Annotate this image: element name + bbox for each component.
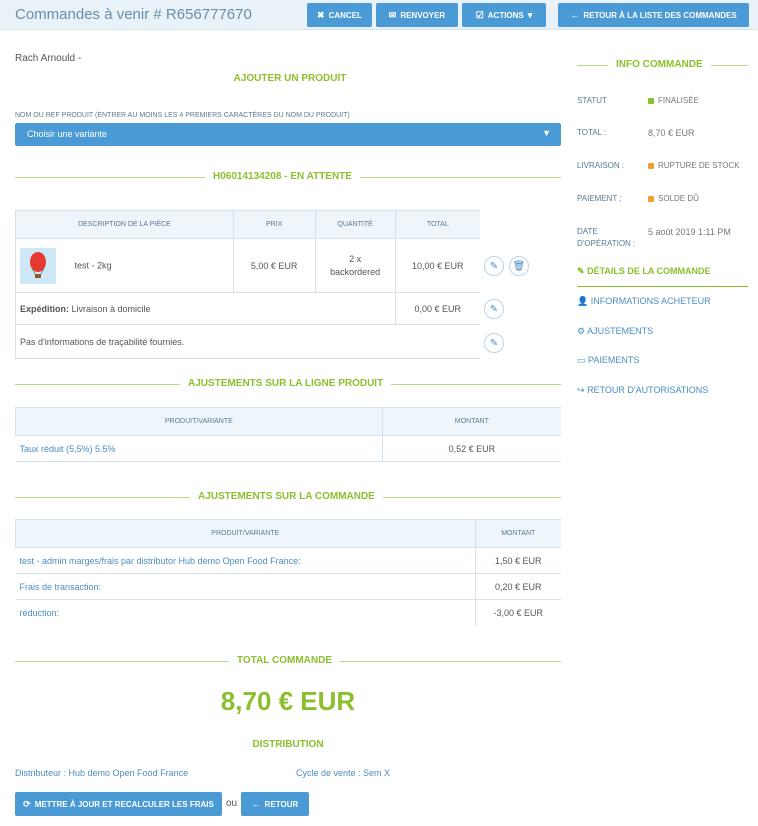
- delivery-label: Livraison :: [577, 161, 625, 170]
- refresh-icon: ⟳: [23, 798, 31, 809]
- tracking-row: Pas d'informations de traçabilité fourni…: [15, 324, 480, 359]
- delivery-status: rupture de stock: [648, 160, 740, 172]
- shipping-row: Expédition: Livraison à domicile 0,00 € …: [15, 292, 480, 325]
- table-row: Frais de transaction: 0,20 € EUR: [15, 573, 561, 600]
- arrow-left-icon: ←: [570, 10, 580, 20]
- column-header: Montant: [381, 407, 561, 436]
- edit-shipping-button[interactable]: ✎: [484, 299, 504, 319]
- cancel-button[interactable]: ✖ Cancel: [307, 3, 372, 27]
- page-title: Commandes à venir # R656777670: [15, 6, 252, 23]
- edit-icon: ✎: [489, 303, 499, 315]
- item-price: 5,00 € EUR: [232, 238, 316, 293]
- shipping-method: Expédition: Livraison à domicile: [15, 292, 396, 325]
- order-adjustments-title: Ajustements sur la commande: [190, 491, 383, 502]
- status-dot: [648, 195, 654, 202]
- shipping-cost: 0,00 € EUR: [394, 292, 480, 325]
- table-row: réduction: -3,00 € EUR: [15, 599, 561, 626]
- envelope-icon: ✉: [388, 9, 397, 20]
- adjustment-label: Taux réduit (5,5%) 5.5%: [15, 435, 383, 462]
- shipment-title: H06014134208 - EN ATTENTE: [205, 171, 360, 182]
- caret-down-icon: ▼: [542, 128, 551, 138]
- sidebar-link-payments[interactable]: ▭ Paiements: [577, 355, 639, 366]
- sidebar-link-return-authorizations[interactable]: ↪ Retour d'autorisations: [577, 385, 708, 396]
- status-label: Statut: [577, 96, 607, 105]
- sidebar-link-customer-details[interactable]: 👤 Informations acheteur: [577, 296, 711, 307]
- edit-icon: ✎: [489, 337, 499, 349]
- table-header-row: Description de la pièce Prix Quantité To…: [15, 210, 480, 239]
- cogs-icon: ⚙: [577, 326, 586, 336]
- item-description-cell: test - 2kg: [15, 238, 234, 293]
- item-name: test - 2kg: [74, 259, 112, 270]
- status-dot: [648, 162, 654, 169]
- edit-icon: ☑: [475, 9, 484, 20]
- sidebar-link-order-details[interactable]: ✎ Détails de la commande: [577, 266, 711, 277]
- update-recalculate-button[interactable]: ⟳ Mettre à jour et recalculer les frais: [15, 792, 222, 816]
- column-header: Montant: [474, 519, 561, 548]
- column-header: Total: [394, 210, 480, 239]
- credit-card-icon: ▭: [577, 355, 586, 365]
- adjustment-label: test - admin marges/frais par distributo…: [15, 547, 476, 574]
- tracking-info: Pas d'informations de traçabilité fourni…: [15, 324, 480, 359]
- shipment-table: Description de la pièce Prix Quantité To…: [15, 210, 480, 359]
- adjustment-amount: 0,20 € EUR: [474, 573, 561, 600]
- table-row: test - admin marges/frais par distributo…: [15, 547, 561, 574]
- arrow-left-icon: ←: [251, 799, 261, 809]
- table-row: test - 2kg 5,00 € EUR 2 x backordered 10,…: [15, 238, 480, 293]
- sidebar-title: Info commande: [608, 59, 711, 70]
- status-dot: [648, 97, 654, 104]
- adjustment-amount: 0,52 € EUR: [381, 435, 561, 462]
- back-to-list-button[interactable]: ← Retour à la liste des commandes: [558, 3, 749, 27]
- date-label: Date d'opération :: [577, 227, 636, 248]
- distribution-title: Distribution: [252, 739, 324, 750]
- edit-item-button[interactable]: ✎: [484, 256, 504, 276]
- product-image: [20, 247, 56, 284]
- sidebar-link-adjustments[interactable]: ⚙ Ajustements: [577, 326, 653, 337]
- or-text: ou: [226, 798, 238, 809]
- line-adjustments-table: Produit/variante Montant Taux réduit (5,5…: [15, 407, 561, 462]
- adjustment-amount: 1,50 € EUR: [474, 547, 561, 574]
- date-value: 5 août 2019 1:11 PM: [648, 227, 731, 237]
- table-row: Taux réduit (5,5%) 5.5% 0,52 € EUR: [15, 435, 561, 462]
- trash-icon: 🗑: [512, 260, 526, 272]
- line-adjustments-title: Ajustements sur la ligne produit: [180, 378, 392, 389]
- variant-select[interactable]: Choisir une variante ▼: [15, 123, 561, 146]
- edit-icon: ✎: [577, 266, 585, 276]
- order-total-title: Total commande: [229, 655, 340, 666]
- back-button[interactable]: ← Retour: [241, 792, 309, 816]
- column-header: Quantité: [314, 210, 396, 239]
- column-header: Prix: [232, 210, 316, 239]
- add-product-title: Ajouter un produit: [233, 73, 347, 84]
- customer-name: Rach Arnould -: [15, 53, 82, 64]
- page-header: Commandes à venir # R656777670 ✖ Cancel ✉…: [0, 0, 758, 30]
- order-cycle-link[interactable]: Cycle de vente : Sem X: [296, 768, 390, 778]
- column-header: Produit/variante: [15, 519, 476, 548]
- order-adjustments-table: Produit/variante Montant test - admin mar…: [15, 519, 561, 626]
- order-total-value: 8,70 € EUR: [220, 686, 356, 716]
- payment-label: Paiement :: [577, 194, 622, 203]
- edit-icon: ✎: [489, 260, 499, 272]
- active-underline: [577, 286, 748, 287]
- payment-status: solde dû: [648, 193, 699, 205]
- distributor-link[interactable]: Distributeur : Hub demo Open Food France: [15, 768, 188, 778]
- close-icon: ✖: [317, 9, 325, 20]
- adjustment-amount: -3,00 € EUR: [474, 599, 561, 626]
- adjustment-label: réduction:: [15, 599, 476, 626]
- item-total: 10,00 € EUR: [394, 238, 480, 293]
- delete-item-button[interactable]: 🗑: [509, 256, 529, 276]
- actions-dropdown[interactable]: ☑ Actions ▾: [462, 3, 546, 27]
- total-label: Total :: [577, 128, 607, 137]
- resend-button[interactable]: ✉ Renvoyer: [376, 3, 458, 27]
- status-badge: finalisée: [648, 95, 699, 107]
- caret-down-icon: ▾: [527, 9, 533, 20]
- user-icon: 👤: [577, 296, 589, 306]
- adjustment-label: Frais de transaction:: [15, 573, 476, 600]
- total-value: 8,70 € EUR: [648, 128, 695, 138]
- share-icon: ↪: [577, 385, 585, 395]
- product-search-label: Nom ou ref produit (entrer au moins les …: [15, 112, 350, 119]
- edit-tracking-button[interactable]: ✎: [484, 333, 504, 353]
- item-quantity: 2 x backordered: [314, 238, 396, 293]
- column-header: Description de la pièce: [15, 210, 234, 239]
- column-header: Produit/variante: [15, 407, 383, 436]
